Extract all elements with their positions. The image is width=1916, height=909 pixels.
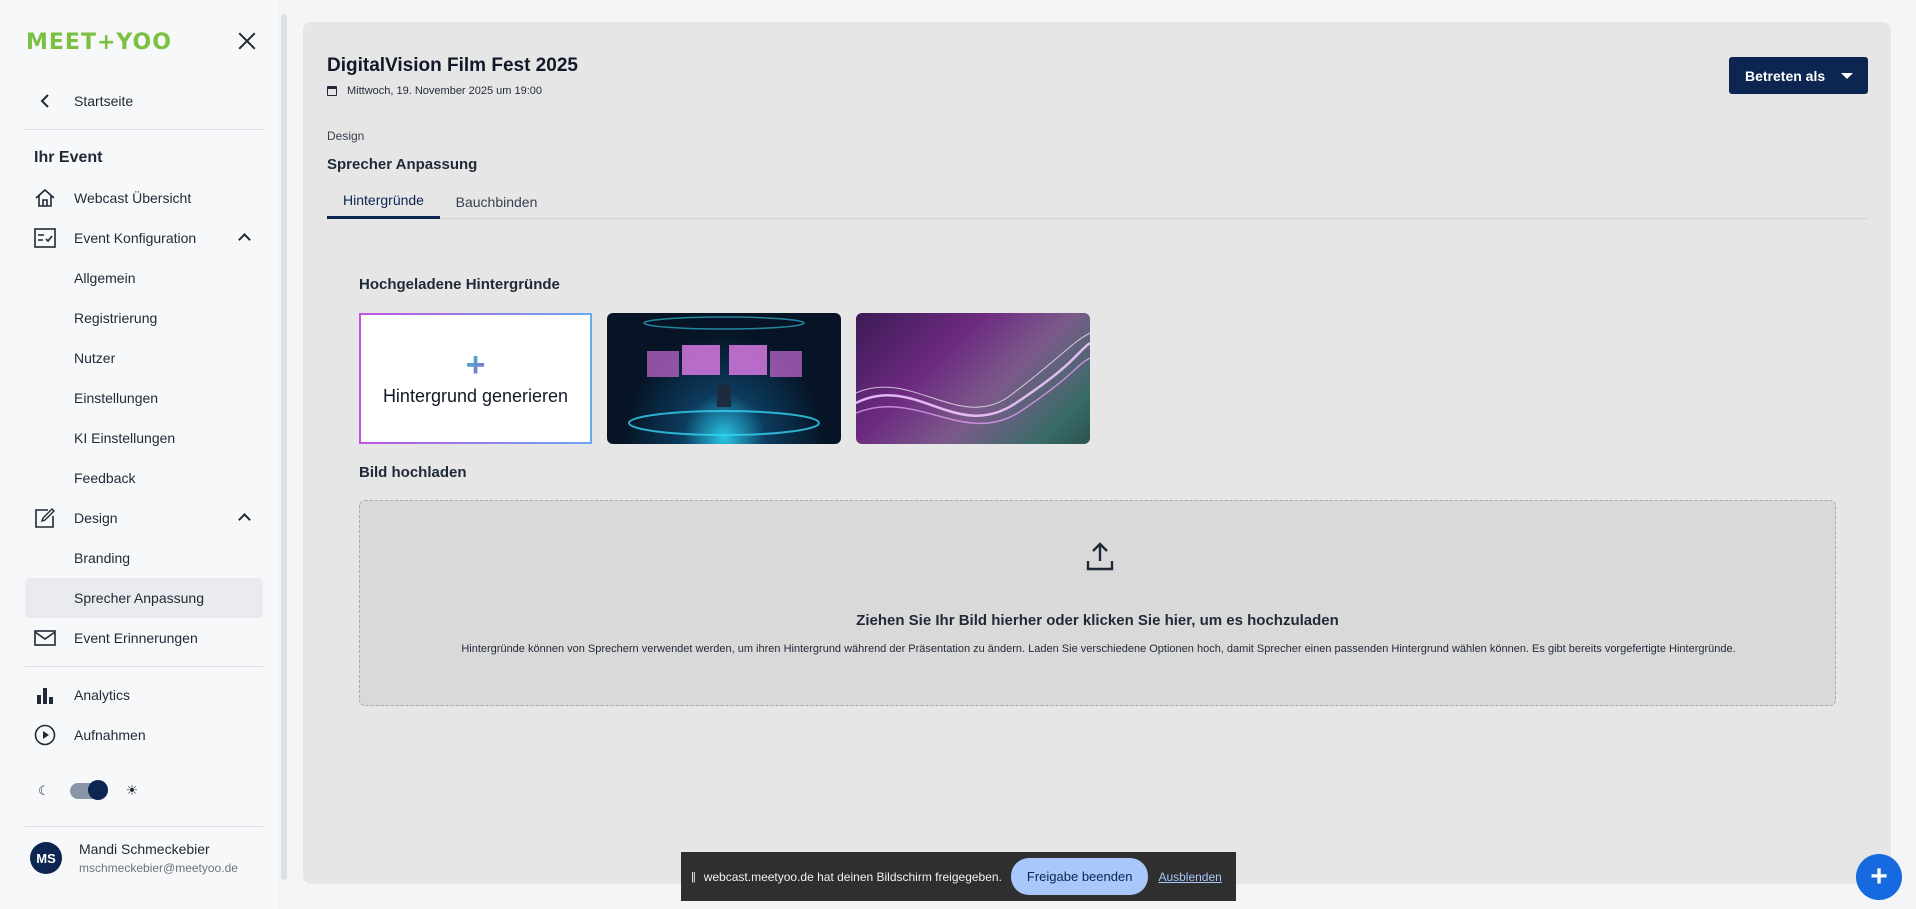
section-subtitle: Sprecher Anpassung [327, 156, 478, 173]
sidebar-item-label: Sprecher Anpassung [74, 590, 204, 606]
sidebar-item-allgemein[interactable]: Allgemein [25, 258, 263, 298]
back-label: Startseite [74, 93, 134, 109]
page-title: DigitalVision Film Fest 2025 [327, 55, 578, 76]
sidebar-item-feedback[interactable]: Feedback [25, 458, 263, 498]
main-panel: DigitalVision Film Fest 2025 Mittwoch, 1… [303, 22, 1891, 884]
pause-icon: || [691, 870, 696, 883]
breadcrumb: Design [327, 129, 365, 143]
plus-icon: + [1870, 860, 1888, 893]
bar-chart-icon [34, 684, 56, 706]
sidebar-item-nutzer[interactable]: Nutzer [25, 338, 263, 378]
sidebar-item-event-reminders[interactable]: Event Erinnerungen [25, 618, 263, 658]
close-icon[interactable] [234, 28, 260, 54]
sidebar-item-analytics[interactable]: Analytics [25, 675, 263, 715]
edit-icon [34, 507, 56, 529]
moon-icon: ☾ [38, 782, 50, 798]
sidebar-item-registrierung[interactable]: Registrierung [25, 298, 263, 338]
upload-icon [1085, 541, 1115, 573]
toggle-knob [87, 779, 108, 800]
tab-bar: Hintergründe Bauchbinden [327, 184, 1868, 219]
plus-icon: + [465, 346, 486, 384]
sidebar-item-label: Event Erinnerungen [74, 630, 198, 646]
sidebar-scrollbar[interactable] [281, 14, 287, 880]
sidebar-item-label: Design [74, 510, 118, 526]
tab-lower-thirds[interactable]: Bauchbinden [440, 184, 553, 219]
sidebar-item-label: Aufnahmen [74, 727, 146, 743]
user-profile[interactable]: MS Mandi Schmeckebier mschmeckebier@meet… [30, 841, 238, 875]
event-date: Mittwoch, 19. November 2025 um 19:00 [327, 85, 542, 97]
sidebar-item-ki-einstellungen[interactable]: KI Einstellungen [25, 418, 263, 458]
hide-link[interactable]: Ausblenden [1158, 870, 1221, 884]
sidebar-item-label: Webcast Übersicht [74, 190, 192, 206]
divider [25, 666, 263, 667]
sidebar-item-label: Analytics [74, 687, 131, 703]
generate-background-card[interactable]: + Hintergrund generieren [359, 313, 592, 444]
avatar: MS [30, 842, 62, 874]
caret-down-icon [1841, 72, 1854, 79]
enter-as-label: Betreten als [1745, 67, 1826, 84]
background-thumbnail[interactable] [607, 313, 841, 444]
sidebar-item-webcast-overview[interactable]: Webcast Übersicht [25, 178, 263, 218]
upload-dropzone[interactable]: Ziehen Sie Ihr Bild hierher oder klicken… [359, 500, 1836, 706]
event-date-text: Mittwoch, 19. November 2025 um 19:00 [347, 85, 543, 97]
user-email: mschmeckebier@meetyoo.de [79, 861, 238, 875]
dropzone-description: Hintergründe können von Sprechern verwen… [461, 643, 1736, 655]
chevron-up-icon[interactable] [238, 233, 251, 246]
section-title: Ihr Event [34, 149, 103, 166]
sidebar-item-label: KI Einstellungen [74, 430, 176, 446]
checklist-icon [34, 227, 56, 249]
play-circle-icon [34, 724, 56, 746]
chevron-up-icon[interactable] [238, 513, 251, 526]
enter-as-button[interactable]: Betreten als [1729, 57, 1868, 94]
calendar-icon [327, 86, 337, 96]
screen-share-message: webcast.meetyoo.de hat deinen Bildschirm… [703, 869, 1002, 884]
sidebar-item-sprecher-anpassung[interactable]: Sprecher Anpassung [25, 578, 263, 618]
generate-background-label: Hintergrund generieren [382, 386, 569, 406]
sidebar-item-label: Branding [74, 550, 131, 566]
sidebar-item-event-config[interactable]: Event Konfiguration [25, 218, 263, 258]
sidebar-item-branding[interactable]: Branding [25, 538, 263, 578]
sidebar-item-label: Einstellungen [74, 390, 159, 406]
help-fab-button[interactable]: + [1856, 854, 1902, 900]
screen-share-bar: || webcast.meetyoo.de hat deinen Bildsch… [681, 852, 1236, 901]
home-icon [34, 187, 56, 209]
sidebar-item-label: Feedback [74, 470, 136, 486]
mail-icon [34, 627, 56, 649]
dropzone-title: Ziehen Sie Ihr Bild hierher oder klicken… [856, 612, 1339, 629]
theme-switcher: ☾ ☀ [38, 779, 139, 800]
stop-sharing-button[interactable]: Freigabe beenden [1010, 858, 1149, 895]
sun-icon: ☀ [125, 782, 139, 798]
back-to-home[interactable]: Startseite [25, 81, 263, 121]
background-thumbnail[interactable] [856, 313, 1090, 444]
divider [25, 826, 263, 827]
user-name: Mandi Schmeckebier [79, 841, 210, 857]
sidebar-item-label: Nutzer [74, 350, 116, 366]
meetyoo-logo: MEET+YOO [26, 30, 172, 55]
sidebar-item-label: Allgemein [74, 270, 136, 286]
theme-toggle[interactable] [69, 779, 108, 800]
sidebar: MEET+YOO Startseite Ihr Event Webcast Üb… [0, 0, 278, 909]
upload-heading: Bild hochladen [359, 464, 467, 481]
sidebar-item-label: Event Konfiguration [74, 230, 197, 246]
sidebar-item-recordings[interactable]: Aufnahmen [25, 715, 263, 755]
sidebar-item-design[interactable]: Design [25, 498, 263, 538]
tab-backgrounds[interactable]: Hintergründe [327, 184, 440, 219]
uploaded-backgrounds-heading: Hochgeladene Hintergründe [359, 276, 560, 293]
sidebar-item-label: Registrierung [74, 310, 158, 326]
divider [25, 129, 263, 130]
chevron-left-icon [34, 90, 56, 112]
sidebar-item-einstellungen[interactable]: Einstellungen [25, 378, 263, 418]
